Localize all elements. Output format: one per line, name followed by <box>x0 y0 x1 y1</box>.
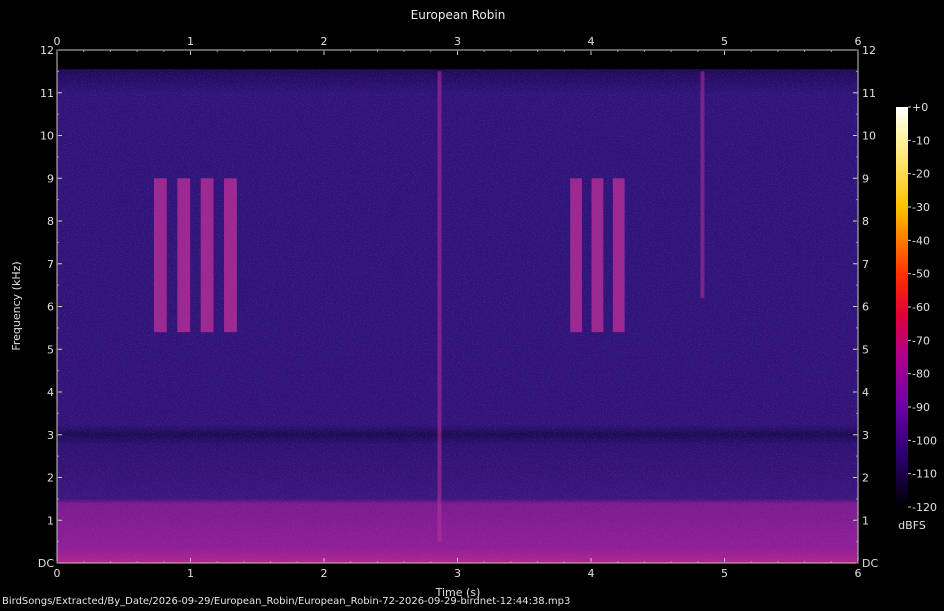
colorbar-tick-label: -70 <box>912 334 930 347</box>
song-feature <box>153 178 167 333</box>
y-tick-label: 11 <box>40 87 54 100</box>
colorbar-gradient <box>896 107 908 507</box>
colorbar-tick-label: -80 <box>912 368 930 381</box>
colorbar-tick-label: -60 <box>912 301 930 314</box>
click-feature <box>700 71 705 298</box>
y-tick-label-right: 3 <box>862 429 869 442</box>
spectrogram-plot-area <box>57 50 858 564</box>
colorbar-tick-label: -10 <box>912 134 930 147</box>
y-tick-label-right: 2 <box>862 472 869 485</box>
x-tick-label: 0 <box>54 567 61 580</box>
y-tick-label: 2 <box>47 472 54 485</box>
y-tick-label-right: 12 <box>862 44 876 57</box>
y-tick-label-right: 6 <box>862 301 869 314</box>
spectrogram-chart: European Robin Time (s) Frequency (kHz) … <box>10 8 937 599</box>
y-tick-label-right: 10 <box>862 130 876 143</box>
x-tick-label: 2 <box>321 567 328 580</box>
y-tick-label: DC <box>38 557 54 570</box>
noise-texture <box>57 69 858 564</box>
y-tick-label-right: 8 <box>862 215 869 228</box>
y-tick-label-right: 4 <box>862 386 869 399</box>
x-tick-label: 3 <box>454 567 461 580</box>
x-tick-label-top: 2 <box>321 35 328 48</box>
y-tick-label: 9 <box>47 172 54 185</box>
x-tick-label-top: 3 <box>454 35 461 48</box>
y-tick-label: 7 <box>47 258 54 271</box>
colorbar-tick-label: -90 <box>912 401 930 414</box>
y-tick-label-right: 5 <box>862 343 869 356</box>
y-tick-label-right: 11 <box>862 87 876 100</box>
colorbar: +0 -10 -20 -30 -40 -50 -60 -70 -80 -90 -100 -110 -12… <box>896 101 937 514</box>
x-tick-label-top: 1 <box>187 35 194 48</box>
colorbar-tick-label: -100 <box>912 434 937 447</box>
song-feature <box>570 178 582 333</box>
x-tick-label-top: 4 <box>588 35 595 48</box>
x-tick-label: 6 <box>855 567 862 580</box>
file-path: BirdSongs/Extracted/By_Date/2026-09-29/E… <box>2 596 571 607</box>
y-axis-label: Frequency (kHz) <box>10 261 23 350</box>
y-tick-label: 5 <box>47 343 54 356</box>
x-tick-label-top: 0 <box>54 35 61 48</box>
x-tick-label: 5 <box>721 567 728 580</box>
x-tick-label-top: 5 <box>721 35 728 48</box>
colorbar-label: dBFS <box>898 519 926 532</box>
song-feature <box>200 178 214 333</box>
colorbar-tick-label: +0 <box>912 101 928 114</box>
x-tick-label-top: 6 <box>855 35 862 48</box>
chart-title: European Robin <box>411 8 506 22</box>
y-tick-label-right: 9 <box>862 172 869 185</box>
x-tick-label: 4 <box>588 567 595 580</box>
colorbar-tick-label: -20 <box>912 168 930 181</box>
y-tick-label: 10 <box>40 130 54 143</box>
song-feature <box>224 178 237 333</box>
colorbar-tick-label: -110 <box>912 468 937 481</box>
y-tick-label: 4 <box>47 386 54 399</box>
colorbar-tick-label: -40 <box>912 234 930 247</box>
y-tick-label-right: DC <box>862 557 878 570</box>
y-tick-label: 6 <box>47 301 54 314</box>
y-tick-label: 1 <box>47 514 54 527</box>
y-tick-label-right: 1 <box>862 514 869 527</box>
colorbar-tick-label: -120 <box>912 501 937 514</box>
y-tick-label: 3 <box>47 429 54 442</box>
click-feature <box>437 71 442 542</box>
song-feature <box>177 178 191 333</box>
song-feature <box>612 178 625 333</box>
y-tick-label: 12 <box>40 44 54 57</box>
y-tick-label-right: 7 <box>862 258 869 271</box>
colorbar-tick-label: -30 <box>912 201 930 214</box>
y-tick-label: 8 <box>47 215 54 228</box>
colorbar-tick-label: -50 <box>912 268 930 281</box>
song-feature <box>591 178 604 333</box>
x-tick-label: 1 <box>187 567 194 580</box>
